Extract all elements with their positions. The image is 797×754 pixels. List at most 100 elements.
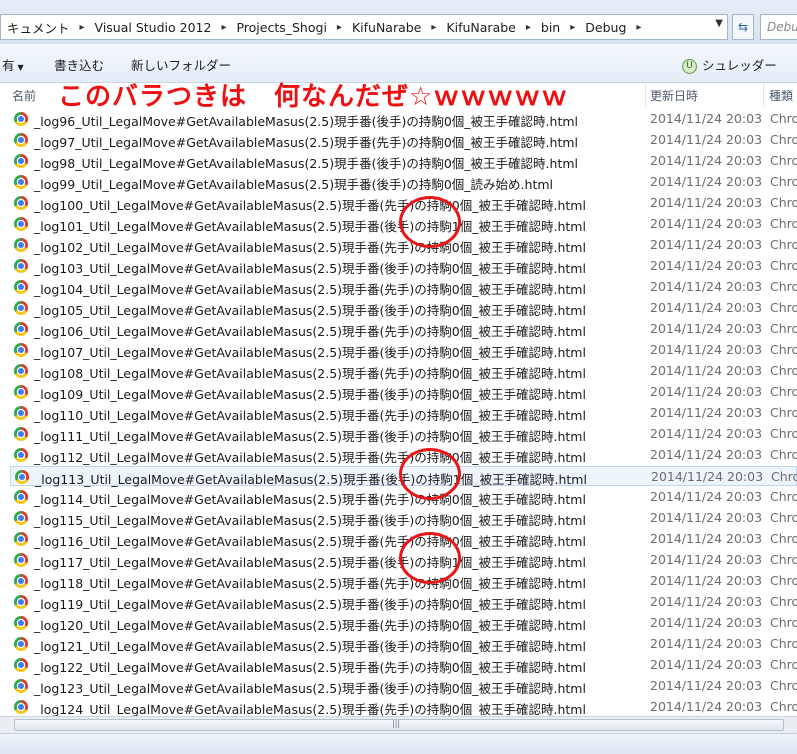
file-date: 2014/11/24 20:03 — [650, 531, 763, 546]
chrome-icon — [14, 385, 28, 399]
breadcrumb-arrow-icon[interactable]: ▸ — [566, 22, 579, 33]
file-name: _log106_Util_LegalMove#GetAvailableMasus… — [34, 324, 586, 339]
file-row[interactable]: _log123_Util_LegalMove#GetAvailableMasus… — [10, 676, 797, 696]
file-name: _log98_Util_LegalMove#GetAvailableMasus(… — [34, 156, 578, 171]
file-row[interactable]: _log122_Util_LegalMove#GetAvailableMasus… — [10, 655, 797, 675]
chrome-icon — [14, 259, 28, 273]
chrome-icon — [14, 196, 28, 210]
file-row[interactable]: _log104_Util_LegalMove#GetAvailableMasus… — [10, 277, 797, 297]
file-name: _log99_Util_LegalMove#GetAvailableMasus(… — [34, 177, 553, 192]
breadcrumb-item[interactable]: Debug — [579, 20, 632, 35]
red-highlight-circle — [399, 448, 461, 500]
chrome-icon — [14, 595, 28, 609]
breadcrumb-arrow-icon[interactable]: ▸ — [632, 22, 645, 33]
file-type: Chro — [770, 636, 797, 651]
chrome-icon — [14, 490, 28, 504]
breadcrumb-item[interactable]: KifuNarabe — [346, 20, 427, 35]
column-divider[interactable] — [763, 83, 764, 107]
shredder-label: シュレッダー — [702, 58, 777, 73]
file-row[interactable]: _log107_Util_LegalMove#GetAvailableMasus… — [10, 340, 797, 360]
refresh-icon: ⇆ — [737, 20, 749, 34]
file-type: Chro — [770, 216, 797, 231]
shredder-button[interactable]: U シュレッダー — [682, 55, 777, 74]
column-header-date[interactable]: 更新日時 — [650, 87, 698, 104]
file-type: Chro — [770, 321, 797, 336]
breadcrumb-item[interactable]: Visual Studio 2012 — [89, 20, 218, 35]
breadcrumb-arrow-icon[interactable]: ▸ — [427, 22, 440, 33]
breadcrumb-arrow-icon[interactable]: ▸ — [522, 22, 535, 33]
file-name: _log119_Util_LegalMove#GetAvailableMasus… — [34, 597, 586, 612]
chrome-icon — [14, 679, 28, 693]
file-row[interactable]: _log118_Util_LegalMove#GetAvailableMasus… — [10, 571, 797, 591]
file-name: _log122_Util_LegalMove#GetAvailableMasus… — [34, 660, 586, 675]
address-bar[interactable]: キュメント ▸ Visual Studio 2012 ▸ Projects_Shog… — [0, 14, 728, 40]
file-row[interactable]: _log103_Util_LegalMove#GetAvailableMasus… — [10, 256, 797, 276]
new-folder-button[interactable]: 新しいフォルダー — [131, 55, 231, 74]
file-row[interactable]: _log124_Util_LegalMove#GetAvailableMasus… — [10, 697, 797, 717]
file-name: _log101_Util_LegalMove#GetAvailableMasus… — [34, 219, 586, 234]
file-type: Chro — [770, 678, 797, 693]
file-name: _log97_Util_LegalMove#GetAvailableMasus(… — [34, 135, 578, 150]
column-header-type[interactable]: 種類 — [769, 87, 793, 104]
file-date: 2014/11/24 20:03 — [650, 363, 763, 378]
search-placeholder: Debu — [767, 20, 797, 34]
file-type: Chro — [770, 531, 797, 546]
column-divider[interactable] — [645, 83, 646, 107]
file-row[interactable]: _log108_Util_LegalMove#GetAvailableMasus… — [10, 361, 797, 381]
horizontal-scrollbar[interactable]: ||| — [0, 716, 797, 734]
file-date: 2014/11/24 20:03 — [650, 573, 763, 588]
file-row[interactable]: _log110_Util_LegalMove#GetAvailableMasus… — [10, 403, 797, 423]
file-row[interactable]: _log99_Util_LegalMove#GetAvailableMasus(… — [10, 172, 797, 192]
file-name: _log108_Util_LegalMove#GetAvailableMasus… — [34, 366, 586, 381]
chevron-down-icon[interactable]: ▼ — [715, 18, 723, 29]
breadcrumb-item[interactable]: Projects_Shogi — [230, 20, 332, 35]
file-row[interactable]: _log115_Util_LegalMove#GetAvailableMasus… — [10, 508, 797, 528]
file-row[interactable]: _log121_Util_LegalMove#GetAvailableMasus… — [10, 634, 797, 654]
chrome-icon — [14, 553, 28, 567]
file-row[interactable]: _log97_Util_LegalMove#GetAvailableMasus(… — [10, 130, 797, 150]
file-type: Chro — [771, 469, 797, 484]
file-type: Chro — [770, 132, 797, 147]
file-row[interactable]: _log111_Util_LegalMove#GetAvailableMasus… — [10, 424, 797, 444]
column-header-name[interactable]: 名前 — [12, 87, 36, 104]
breadcrumb-item[interactable]: KifuNarabe — [440, 20, 521, 35]
file-date: 2014/11/24 20:03 — [650, 405, 763, 420]
burn-button[interactable]: 書き込む — [54, 55, 104, 74]
breadcrumb-arrow-icon[interactable]: ▸ — [76, 22, 89, 33]
file-row[interactable]: _log119_Util_LegalMove#GetAvailableMasus… — [10, 592, 797, 612]
chrome-icon — [14, 343, 28, 357]
chrome-icon — [14, 301, 28, 315]
file-row[interactable]: _log98_Util_LegalMove#GetAvailableMasus(… — [10, 151, 797, 171]
file-row[interactable]: _log114_Util_LegalMove#GetAvailableMasus… — [10, 487, 797, 507]
chrome-icon — [14, 637, 28, 651]
address-bar-area: キュメント ▸ Visual Studio 2012 ▸ Projects_Shog… — [0, 0, 797, 44]
file-name: _log117_Util_LegalMove#GetAvailableMasus… — [34, 555, 586, 570]
breadcrumb-arrow-icon[interactable]: ▸ — [333, 22, 346, 33]
file-date: 2014/11/24 20:03 — [650, 132, 763, 147]
file-date: 2014/11/24 20:03 — [650, 111, 763, 126]
file-date: 2014/11/24 20:03 — [650, 258, 763, 273]
file-type: Chro — [770, 300, 797, 315]
file-date: 2014/11/24 20:03 — [650, 321, 763, 336]
breadcrumb-item[interactable]: キュメント — [1, 18, 76, 37]
file-date: 2014/11/24 20:03 — [650, 699, 763, 714]
search-input[interactable]: Debu — [760, 14, 797, 40]
refresh-button[interactable]: ⇆ — [732, 14, 754, 40]
file-row[interactable]: _log120_Util_LegalMove#GetAvailableMasus… — [10, 613, 797, 633]
breadcrumb-item[interactable]: bin — [535, 20, 566, 35]
file-type: Chro — [770, 153, 797, 168]
chrome-icon — [14, 280, 28, 294]
file-date: 2014/11/24 20:03 — [650, 594, 763, 609]
file-row[interactable]: _log102_Util_LegalMove#GetAvailableMasus… — [10, 235, 797, 255]
file-row[interactable]: _log109_Util_LegalMove#GetAvailableMasus… — [10, 382, 797, 402]
file-row[interactable]: _log105_Util_LegalMove#GetAvailableMasus… — [10, 298, 797, 318]
organize-button[interactable]: 有 ▼ — [2, 55, 24, 74]
file-date: 2014/11/24 20:03 — [650, 678, 763, 693]
file-date: 2014/11/24 20:03 — [650, 384, 763, 399]
file-type: Chro — [770, 237, 797, 252]
file-type: Chro — [770, 279, 797, 294]
file-row[interactable]: _log106_Util_LegalMove#GetAvailableMasus… — [10, 319, 797, 339]
breadcrumb-arrow-icon[interactable]: ▸ — [217, 22, 230, 33]
dropdown-arrow-icon: ▼ — [17, 63, 24, 72]
file-name: _log96_Util_LegalMove#GetAvailableMasus(… — [34, 114, 578, 129]
